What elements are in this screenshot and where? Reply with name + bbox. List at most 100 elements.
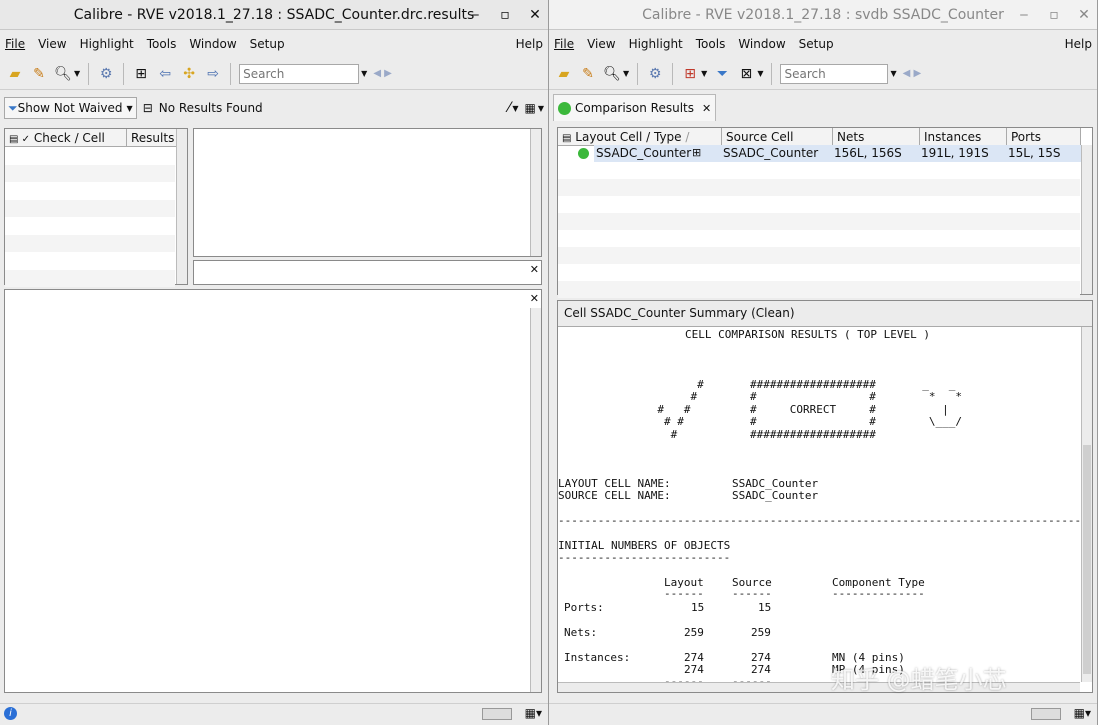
- results-view-scrollbar[interactable]: [530, 308, 541, 692]
- info-strip-panel: ✕: [193, 260, 542, 285]
- settings-gear-icon[interactable]: ⚙: [97, 65, 115, 83]
- close-icon[interactable]: ✕: [1077, 7, 1091, 23]
- menu-tools[interactable]: Tools: [696, 37, 726, 51]
- hierarchy-icon[interactable]: ⊞: [132, 65, 150, 83]
- menu-view[interactable]: View: [38, 37, 66, 51]
- cell-hierarchy-icon: ⊞: [692, 146, 702, 159]
- col-header-layout-cell[interactable]: ▤ Layout Cell / Type /: [558, 128, 722, 146]
- forward-arrow-icon[interactable]: ⇨: [204, 65, 222, 83]
- menu-window[interactable]: Window: [189, 37, 236, 51]
- funnel-icon: ⏷: [8, 100, 18, 115]
- col-header-ports[interactable]: Ports: [1007, 128, 1081, 146]
- probe-icon[interactable]: ⊠: [737, 65, 755, 83]
- tab-comparison-results[interactable]: Comparison Results ✕: [553, 94, 717, 121]
- cell-layout-cell: SSADC_Counter: [596, 146, 692, 160]
- menu-help[interactable]: Help: [1065, 37, 1092, 51]
- search-dropdown-icon[interactable]: ▼: [361, 69, 367, 78]
- details-scrollbar[interactable]: [530, 129, 541, 256]
- menu-bar: File View Highlight Tools Window Setup H…: [0, 30, 548, 58]
- zoom-dropdown-icon[interactable]: ▼: [623, 69, 629, 78]
- details-panel: [193, 128, 542, 257]
- summary-title: Cell SSADC_Counter Summary (Clean): [558, 301, 1092, 327]
- tree-header-check[interactable]: ▤ ✓ Check / Cell: [5, 129, 127, 147]
- nets-source: 259: [751, 626, 771, 639]
- close-icon[interactable]: ✕: [530, 263, 539, 276]
- pen-dropdown-icon[interactable]: ▼: [512, 104, 518, 113]
- menu-tools[interactable]: Tools: [147, 37, 177, 51]
- highlight-nets-dropdown-icon[interactable]: ▼: [701, 69, 707, 78]
- zoom-dropdown-icon[interactable]: ▼: [74, 69, 80, 78]
- open-folder-icon[interactable]: ▰: [555, 65, 573, 83]
- tree-scrollbar[interactable]: [176, 129, 187, 284]
- maximize-icon[interactable]: ▫: [498, 7, 512, 23]
- status-bar: ▦▾: [549, 703, 1097, 725]
- search-nav-icon[interactable]: ◀ ▶: [373, 68, 392, 79]
- report-divider: ----------------------------------------…: [558, 514, 1080, 527]
- menu-help[interactable]: Help: [516, 37, 543, 51]
- search-nav-icon[interactable]: ◀ ▶: [903, 68, 922, 79]
- col-header-instances[interactable]: Instances: [920, 128, 1007, 146]
- report-scrollbar[interactable]: [1081, 327, 1092, 682]
- layout-dropdown-icon[interactable]: ▼: [538, 104, 544, 113]
- ports-source: 15: [758, 601, 772, 614]
- title-bar[interactable]: Calibre - RVE v2018.1_27.18 : SSADC_Coun…: [0, 0, 548, 30]
- close-icon[interactable]: ✕: [702, 102, 711, 115]
- status-ok-icon: [578, 148, 589, 159]
- close-icon[interactable]: ✕: [528, 7, 542, 23]
- minimize-icon[interactable]: ‒: [1017, 7, 1031, 23]
- zoom-icon[interactable]: 🔍︎: [54, 65, 72, 83]
- watermark: 知乎 @蜡笔小芯: [831, 666, 1007, 694]
- menu-file[interactable]: File: [5, 37, 25, 51]
- settings-gear-icon[interactable]: ⚙: [646, 65, 664, 83]
- comparison-table: ▤ Layout Cell / Type / Source Cell Nets …: [557, 127, 1093, 298]
- menu-window[interactable]: Window: [738, 37, 785, 51]
- title-bar[interactable]: Calibre - RVE v2018.1_27.18 : svdb SSADC…: [549, 0, 1097, 30]
- progress-indicator: [482, 708, 512, 720]
- highlight-brush-icon[interactable]: ✎: [30, 65, 48, 83]
- info-icon[interactable]: i: [4, 707, 17, 720]
- highlight-nets-icon[interactable]: ⊞: [681, 65, 699, 83]
- source-cell-name-label: SOURCE CELL NAME:: [558, 489, 671, 502]
- col-header-source-cell[interactable]: Source Cell: [722, 128, 833, 146]
- pen-icon[interactable]: ⁄: [508, 100, 510, 116]
- scrollbar-thumb[interactable]: [1083, 445, 1091, 674]
- maximize-icon[interactable]: ▫: [1047, 7, 1061, 23]
- zoom-icon[interactable]: 🔍︎: [603, 65, 621, 83]
- search-input[interactable]: [780, 63, 889, 84]
- search-dropdown-icon[interactable]: ▼: [890, 69, 896, 78]
- open-folder-icon[interactable]: ▰: [6, 65, 24, 83]
- back-arrow-icon[interactable]: ⇦: [156, 65, 174, 83]
- tree-header-icon: ▤ ✓: [9, 134, 31, 145]
- table-scrollbar[interactable]: [1081, 145, 1092, 294]
- instances-label: Instances:: [564, 651, 631, 664]
- menu-setup[interactable]: Setup: [250, 37, 285, 51]
- nets-layout: 259: [684, 626, 704, 639]
- filter-icon[interactable]: ⏷: [713, 65, 731, 83]
- close-icon[interactable]: ✕: [530, 292, 539, 305]
- menu-view[interactable]: View: [587, 37, 615, 51]
- menu-highlight[interactable]: Highlight: [629, 37, 683, 51]
- results-view-panel: ✕: [4, 289, 542, 693]
- probe-dropdown-icon[interactable]: ▼: [757, 69, 763, 78]
- results-icon: ⊟: [142, 101, 153, 115]
- layout-toggle-icon[interactable]: ▦▾: [1074, 706, 1091, 720]
- ports-layout: 15: [691, 601, 705, 614]
- filter-label: Show Not Waived: [17, 101, 123, 115]
- layout-toggle-icon[interactable]: ▦▾: [525, 706, 542, 720]
- table-row[interactable]: SSADC_Counter ⊞ SSADC_Counter 156L, 156S…: [558, 145, 1082, 162]
- report-text: CELL COMPARISON RESULTS ( TOP LEVEL ) # …: [558, 327, 1080, 682]
- highlight-brush-icon[interactable]: ✎: [579, 65, 597, 83]
- center-target-icon[interactable]: ✣: [180, 65, 198, 83]
- col-header-nets[interactable]: Nets: [833, 128, 920, 146]
- drc-results-window: Calibre - RVE v2018.1_27.18 : SSADC_Coun…: [0, 0, 549, 725]
- column-icon: ▤: [562, 133, 572, 144]
- tree-header-results[interactable]: Results: [127, 129, 177, 147]
- search-input[interactable]: [239, 63, 360, 84]
- minimize-icon[interactable]: ‒: [468, 7, 482, 23]
- waive-filter-button[interactable]: ⏷ Show Not Waived ▼: [4, 97, 137, 119]
- menu-file[interactable]: File: [554, 37, 574, 51]
- layout-grid-icon[interactable]: ▦: [525, 101, 536, 115]
- menu-setup[interactable]: Setup: [799, 37, 834, 51]
- check-tree-panel[interactable]: ▤ ✓ Check / Cell Results: [4, 128, 188, 287]
- menu-highlight[interactable]: Highlight: [80, 37, 134, 51]
